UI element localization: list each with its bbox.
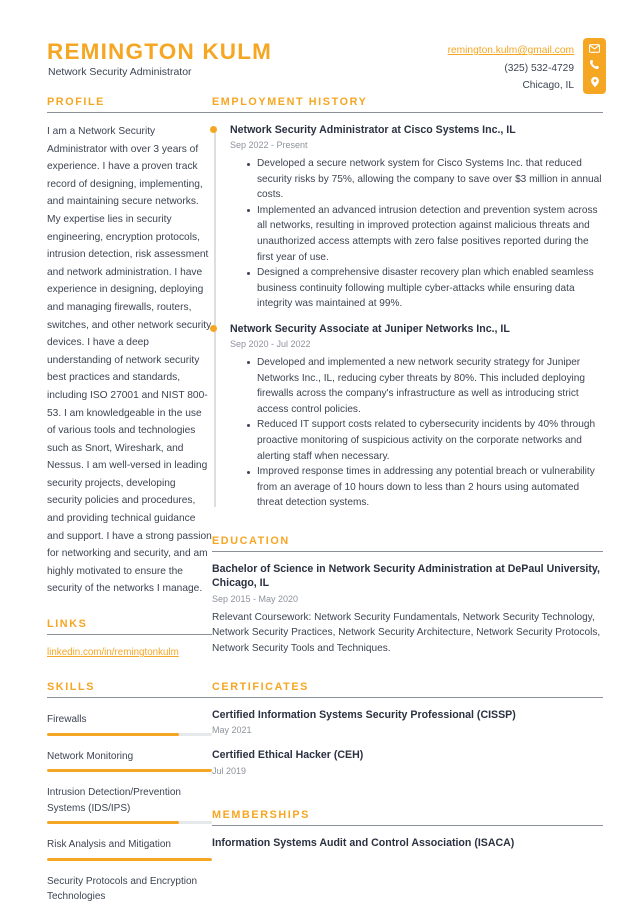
resume-header: REMINGTON KULM Network Security Administ… bbox=[0, 0, 640, 96]
contact-location: Chicago, IL bbox=[522, 80, 574, 91]
divider bbox=[47, 112, 212, 113]
phone-icon bbox=[589, 59, 600, 70]
divider bbox=[212, 824, 603, 826]
skill-progress-fill bbox=[47, 769, 212, 773]
location-pin-icon bbox=[590, 76, 600, 88]
job-date-range: Sep 2020 - Jul 2022 bbox=[230, 338, 311, 349]
timeline-line bbox=[214, 127, 216, 507]
divider bbox=[212, 112, 603, 113]
skill-progress-fill bbox=[47, 821, 179, 825]
section-title-links: LINKS bbox=[47, 618, 88, 631]
job-date-range: Sep 2022 - Present bbox=[230, 140, 308, 150]
skill-progress-bar bbox=[47, 857, 212, 861]
divider bbox=[47, 634, 212, 636]
section-profile: PROFILE I am a Network Security Administ… bbox=[47, 96, 212, 598]
profile-text: I am a Network Security Administrator wi… bbox=[47, 126, 212, 595]
job-bullet: Improved response times in addressing an… bbox=[247, 464, 603, 511]
job-heading: Network Security Administrator at Cisco … bbox=[230, 124, 516, 136]
section-title-skills: SKILLS bbox=[47, 681, 95, 694]
skill-label: Firewalls bbox=[47, 714, 87, 726]
divider bbox=[212, 696, 603, 698]
skill-progress-bar bbox=[47, 821, 212, 825]
section-memberships: MEMBERSHIPS Information Systems Audit an… bbox=[212, 809, 603, 851]
skill-label: Risk Analysis and Mitigation bbox=[47, 839, 171, 851]
skill-progress-fill bbox=[47, 857, 212, 861]
skill-label: Network Monitoring bbox=[47, 750, 134, 762]
divider bbox=[212, 550, 603, 552]
section-title-certificates: CERTIFICATES bbox=[212, 680, 309, 693]
education-entry-body: Relevant Coursework: Network Security Fu… bbox=[212, 611, 601, 655]
timeline-dot-icon bbox=[210, 324, 217, 332]
skill-label: Security Protocols and Encryption Techno… bbox=[47, 875, 198, 903]
skill-progress-bar bbox=[47, 769, 212, 773]
skills-list: Firewalls Network Monitoring Intrusion Det… bbox=[47, 708, 212, 905]
section-certificates: CERTIFICATES Certified Information Syste… bbox=[212, 681, 603, 779]
education-list: Bachelor of Science in Network Security … bbox=[212, 562, 603, 657]
skill-item: Firewalls bbox=[47, 708, 212, 736]
certificate-entry: Certified Ethical Hacker (CEH) Jul 2019 bbox=[212, 748, 603, 779]
right-column: EMPLOYMENT HISTORY Network Security Admi… bbox=[210, 96, 640, 860]
education-entry-heading: Bachelor of Science in Network Security … bbox=[212, 562, 600, 590]
job-bullet: Developed and implemented a new network … bbox=[247, 355, 603, 417]
contact-block: remington.kulm@gmail.com (325) 532-4729 … bbox=[448, 42, 574, 95]
section-employment-history: EMPLOYMENT HISTORY Network Security Admi… bbox=[210, 96, 603, 511]
skill-label: Intrusion Detection/Prevention Systems (… bbox=[47, 787, 181, 814]
skill-item: Risk Analysis and Mitigation bbox=[47, 833, 212, 861]
skill-item: Security Protocols and Encryption Techno… bbox=[47, 870, 212, 905]
jobs-list: Network Security Administrator at Cisco … bbox=[210, 123, 603, 511]
skill-progress-fill bbox=[47, 732, 179, 736]
education-entry: Bachelor of Science in Network Security … bbox=[212, 562, 603, 657]
resume-page: REMINGTON KULM Network Security Administ… bbox=[0, 0, 640, 905]
certificates-list: Certified Information Systems Security P… bbox=[212, 708, 603, 779]
left-column: PROFILE I am a Network Security Administ… bbox=[0, 96, 212, 905]
skill-item: Intrusion Detection/Prevention Systems (… bbox=[47, 781, 212, 825]
certificate-entry: Certified Information Systems Security P… bbox=[212, 708, 603, 739]
resume-body: PROFILE I am a Network Security Administ… bbox=[0, 96, 640, 905]
certificate-entry-date: May 2021 bbox=[212, 725, 252, 736]
memberships-list: Information Systems Audit and Control As… bbox=[212, 836, 603, 851]
membership-entry: Information Systems Audit and Control As… bbox=[212, 836, 603, 851]
certificate-entry-heading: Certified Information Systems Security P… bbox=[212, 708, 516, 721]
contact-email[interactable]: remington.kulm@gmail.com bbox=[448, 42, 574, 60]
section-title-employment: EMPLOYMENT HISTORY bbox=[212, 96, 368, 108]
job-entry: Network Security Administrator at Cisco … bbox=[210, 123, 603, 312]
contact-icon-strip bbox=[583, 38, 606, 94]
job-bullet-list: Developed a secure network system for Ci… bbox=[230, 156, 603, 312]
membership-entry-heading: Information Systems Audit and Control As… bbox=[212, 836, 515, 849]
job-heading: Network Security Associate at Juniper Ne… bbox=[230, 322, 510, 335]
section-title-profile: PROFILE bbox=[47, 96, 105, 108]
section-links: LINKS linkedin.com/in/remingtonkulm bbox=[47, 618, 212, 661]
links-list: linkedin.com/in/remingtonkulm bbox=[47, 645, 212, 661]
section-title-education: EDUCATION bbox=[212, 534, 290, 547]
job-bullet-list: Developed and implemented a new network … bbox=[230, 355, 603, 511]
section-skills: SKILLS Firewalls Network Monitoring Intrus… bbox=[47, 681, 212, 905]
timeline-dot-icon bbox=[210, 126, 217, 133]
section-education: EDUCATION Bachelor of Science in Network… bbox=[212, 535, 603, 657]
certificate-entry-heading: Certified Ethical Hacker (CEH) bbox=[212, 749, 364, 762]
job-bullet: Implemented an advanced intrusion detect… bbox=[247, 203, 603, 265]
employment-timeline: Network Security Administrator at Cisco … bbox=[210, 123, 603, 511]
job-bullet: Developed a secure network system for Ci… bbox=[247, 156, 603, 203]
divider bbox=[47, 697, 212, 699]
job-entry: Network Security Associate at Juniper Ne… bbox=[210, 322, 603, 511]
candidate-name: REMINGTON KULM bbox=[47, 39, 273, 64]
job-bullet: Designed a comprehensive disaster recove… bbox=[247, 265, 603, 312]
link-item[interactable]: linkedin.com/in/remingtonkulm bbox=[47, 645, 212, 661]
envelope-icon bbox=[589, 44, 600, 53]
skill-progress-bar bbox=[47, 732, 212, 736]
section-title-memberships: MEMBERSHIPS bbox=[212, 808, 310, 821]
candidate-job-title: Network Security Administrator bbox=[48, 66, 192, 78]
job-bullet: Reduced IT support costs related to cybe… bbox=[247, 417, 603, 464]
contact-phone: (325) 532-4729 bbox=[504, 62, 574, 74]
skill-item: Network Monitoring bbox=[47, 745, 212, 773]
certificate-entry-date: Jul 2019 bbox=[212, 765, 247, 776]
education-entry-date: Sep 2015 - May 2020 bbox=[212, 593, 299, 604]
